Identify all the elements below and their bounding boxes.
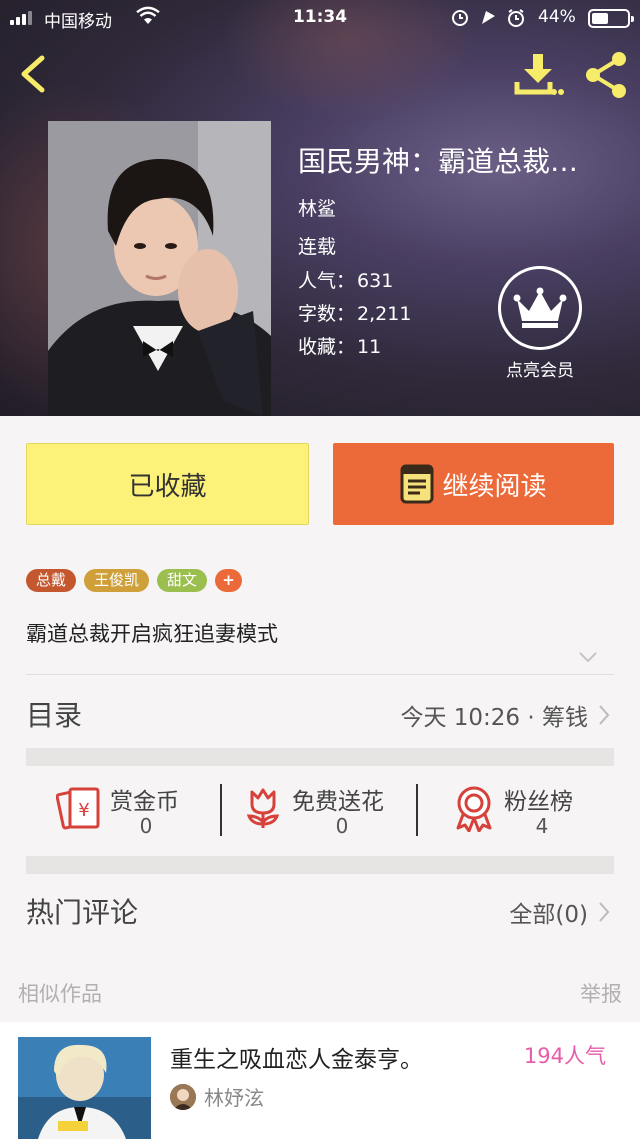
word-count-value: 2,211 bbox=[357, 303, 412, 325]
add-tag-button[interactable]: + bbox=[215, 569, 243, 592]
book-popularity: 人气： 631 bbox=[298, 266, 393, 293]
vip-button[interactable]: 点亮会员 bbox=[494, 266, 586, 381]
fan-ranking-value: 4 bbox=[535, 814, 549, 838]
alarm-location-icons bbox=[452, 9, 524, 27]
battery-icon bbox=[588, 9, 634, 28]
share-icon bbox=[586, 52, 626, 98]
cover-image bbox=[18, 1037, 151, 1139]
download-icon bbox=[514, 54, 564, 95]
vip-badge bbox=[498, 266, 582, 350]
crown-icon bbox=[513, 287, 567, 328]
tag-item[interactable]: 王俊凯 bbox=[84, 569, 150, 592]
red-envelope-icon: ¥ bbox=[56, 787, 100, 830]
free-flowers-label: 免费送花 bbox=[292, 789, 384, 815]
reward-coins-value: 0 bbox=[139, 814, 153, 838]
divider bbox=[416, 784, 418, 836]
free-flowers-value: 0 bbox=[335, 814, 349, 838]
status-bar: 中国移动 11:34 44% bbox=[0, 0, 640, 36]
similar-work-cover bbox=[18, 1037, 151, 1139]
all-comments-label: 全部(0) bbox=[509, 902, 588, 928]
vip-label: 点亮会员 bbox=[506, 361, 574, 381]
similar-work-item[interactable]: 重生之吸血恋人金泰亨。 194人气 林妤泫 bbox=[0, 1022, 640, 1139]
section-separator bbox=[26, 748, 614, 766]
book-info: 国民男神：霸道总裁… 林鲨 连载 人气： 631 字数： 2,211 收藏： 11 bbox=[298, 140, 618, 358]
tag-item[interactable]: 甜文 bbox=[157, 569, 208, 592]
catalog-latest-chapter[interactable]: 今天 10:26 · 筹钱 bbox=[400, 698, 610, 732]
medal-icon bbox=[456, 786, 492, 832]
download-button[interactable] bbox=[514, 52, 564, 98]
hot-comments-title: 热门评论 bbox=[26, 896, 139, 929]
reward-coins[interactable]: ¥ 赏金币 0 bbox=[56, 766, 226, 856]
fan-ranking[interactable]: 粉丝榜 4 bbox=[454, 766, 614, 856]
similar-work-title: 重生之吸血恋人金泰亨。 bbox=[170, 1047, 423, 1073]
latest-chapter-label: 今天 10:26 · 筹钱 bbox=[400, 705, 588, 731]
book-header: 中国移动 11:34 44% 国民男神：霸道总裁… 林鲨 连载 人气： 631 … bbox=[0, 0, 640, 416]
svg-text:¥: ¥ bbox=[78, 800, 89, 821]
divider bbox=[220, 784, 222, 836]
divider bbox=[26, 674, 614, 675]
avatar bbox=[170, 1084, 196, 1110]
collected-button[interactable]: 已收藏 bbox=[26, 443, 309, 525]
book-synopsis: 霸道总裁开启疯狂追妻模式 bbox=[26, 622, 278, 646]
section-separator bbox=[26, 856, 614, 874]
chevron-right-icon bbox=[599, 902, 610, 922]
share-button[interactable] bbox=[582, 50, 632, 100]
book-word-count: 字数： 2,211 bbox=[298, 299, 411, 326]
free-flowers[interactable]: 免费送花 0 bbox=[244, 766, 424, 856]
tag-list: 总戴 王俊凯 甜文 + bbox=[26, 569, 243, 592]
avatar-image bbox=[170, 1084, 196, 1110]
continue-reading-label: 继续阅读 bbox=[442, 471, 547, 502]
book-title: 国民男神：霸道总裁… bbox=[298, 145, 579, 178]
favorites-label: 收藏： bbox=[298, 336, 356, 358]
book-icon bbox=[400, 464, 434, 504]
catalog-title[interactable]: 目录 bbox=[26, 694, 82, 734]
collected-label: 已收藏 bbox=[128, 471, 207, 502]
cover-image bbox=[48, 121, 271, 416]
favorites-value: 11 bbox=[357, 336, 382, 358]
chevron-right-icon bbox=[599, 705, 610, 725]
support-stats: ¥ 赏金币 0 免费送花 0 粉丝榜 4 bbox=[26, 766, 614, 856]
similar-works-title: 相似作品 bbox=[18, 982, 102, 1006]
continue-reading-button[interactable]: 继续阅读 bbox=[333, 443, 614, 525]
popularity-value: 631 bbox=[357, 270, 394, 292]
fan-ranking-label: 粉丝榜 bbox=[504, 789, 573, 815]
popularity-label: 人气： bbox=[298, 270, 356, 292]
similar-work-popularity: 194人气 bbox=[523, 1044, 606, 1068]
back-button[interactable] bbox=[14, 52, 54, 96]
all-comments-link[interactable]: 全部(0) bbox=[509, 895, 610, 929]
similar-work-author: 林妤泫 bbox=[204, 1086, 264, 1110]
reward-coins-label: 赏金币 bbox=[110, 789, 179, 815]
book-favorites: 收藏： 11 bbox=[298, 332, 381, 359]
book-author[interactable]: 林鲨 bbox=[298, 194, 336, 221]
book-cover[interactable] bbox=[48, 121, 271, 416]
battery-percent: 44% bbox=[538, 7, 576, 27]
chevron-down-icon[interactable] bbox=[578, 650, 598, 664]
tag-item[interactable]: 总戴 bbox=[26, 569, 77, 592]
book-status: 连载 bbox=[298, 236, 337, 258]
report-button[interactable]: 举报 bbox=[580, 978, 622, 1008]
word-count-label: 字数： bbox=[298, 303, 356, 325]
flower-icon bbox=[246, 788, 280, 828]
chevron-left-icon bbox=[21, 55, 45, 93]
